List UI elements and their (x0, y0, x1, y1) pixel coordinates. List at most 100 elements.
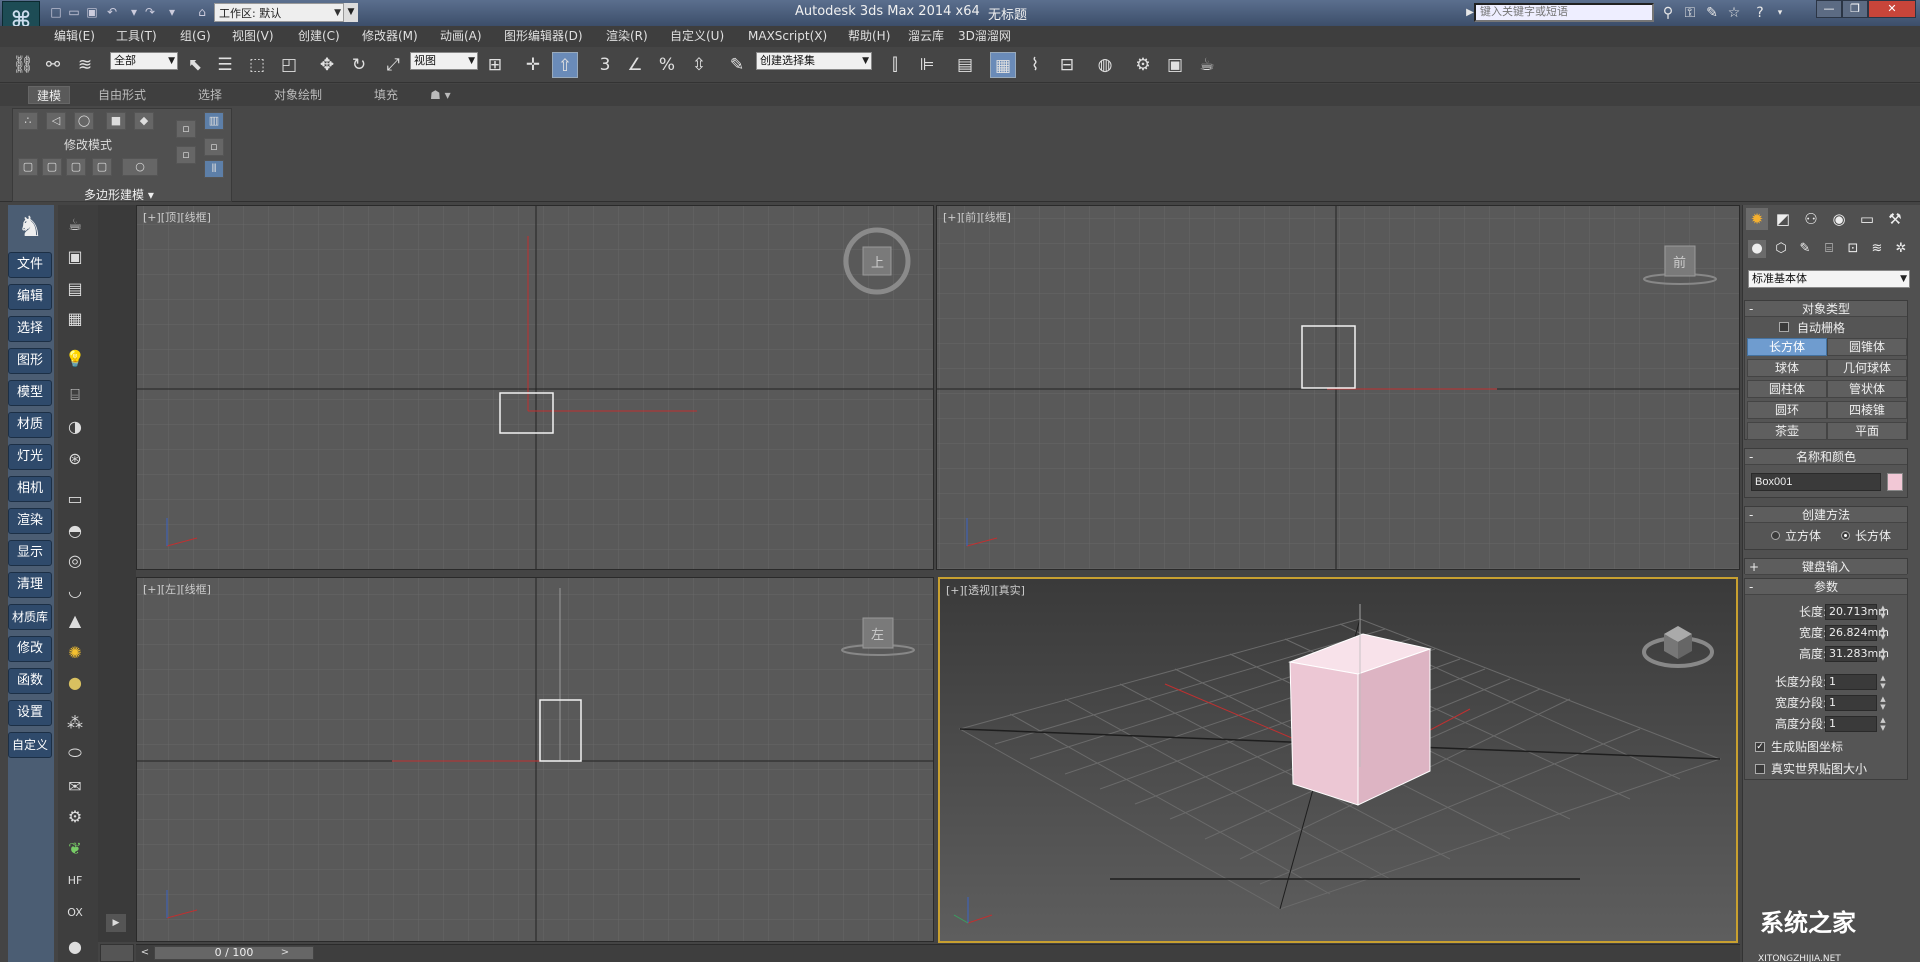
redo-icon[interactable]: ↷ (142, 4, 158, 20)
viewport-top[interactable]: [+][顶][线框] 上 (136, 205, 934, 570)
binoculars-icon[interactable]: ⚲ (1658, 3, 1678, 23)
dome-icon[interactable]: ◓ (62, 518, 88, 544)
length-segs-spinner[interactable]: ▲ ▼ (1879, 674, 1887, 690)
viewcube-top-face[interactable]: 上 (871, 252, 884, 271)
open-file-icon[interactable]: ▭ (66, 4, 82, 20)
width-input[interactable]: 26.824mm (1825, 625, 1889, 641)
real-world-checkbox[interactable] (1755, 764, 1765, 774)
cmd-function[interactable]: 函数 (8, 668, 52, 694)
window-crossing-icon[interactable]: ◰ (276, 52, 302, 78)
selection-filter-select[interactable]: 全部 ▼ (110, 52, 178, 70)
workspace-select[interactable]: 工作区: 默认 ▼ (214, 3, 344, 22)
expand-arrow-icon[interactable]: ▶ (106, 914, 126, 932)
render-frame-icon[interactable]: ▣ (62, 244, 88, 270)
time-next-icon[interactable]: > (278, 946, 292, 960)
ribbon-side-3-icon[interactable]: ▥ (204, 112, 224, 130)
save-file-icon[interactable]: ▣ (84, 4, 100, 20)
length-input[interactable]: 20.713mm (1825, 604, 1889, 620)
bind-spacewarp-icon[interactable]: ≋ (72, 52, 98, 78)
cmd-custom[interactable]: 自定义 (8, 732, 52, 758)
tab-freeform[interactable]: 自由形式 (98, 86, 146, 104)
key-icon[interactable]: ⚿ (1680, 3, 1700, 23)
cylinder-button[interactable]: 圆柱体 (1747, 380, 1827, 398)
viewport-left[interactable]: [+][左][线框] 左 (136, 577, 934, 942)
particles-icon[interactable]: ⁂ (62, 710, 88, 736)
menu-group[interactable]: 组(G) (180, 27, 211, 45)
display-tab-icon[interactable]: ▭ (1856, 208, 1878, 230)
teapot-button[interactable]: 茶壶 (1747, 422, 1827, 440)
viewcube-left-face[interactable]: 左 (871, 624, 884, 643)
keyboard-entry-title[interactable]: 键盘输入 (1802, 560, 1850, 574)
spacewarps-icon[interactable]: ≋ (1868, 240, 1886, 258)
pivot-center-icon[interactable]: ⊞ (482, 52, 508, 78)
mini-curve-toggle[interactable] (100, 944, 134, 962)
height-spinner[interactable]: ▲ ▼ (1879, 646, 1887, 662)
unlink-icon[interactable]: ⚯ (40, 52, 66, 78)
utilities-tab-icon[interactable]: ⚒ (1884, 208, 1906, 230)
cmd-light[interactable]: 灯光 (8, 444, 52, 470)
minimize-button[interactable]: — (1816, 0, 1842, 18)
menu-animation[interactable]: 动画(A) (440, 27, 482, 45)
polygon-mode-icon[interactable]: ■ (106, 112, 126, 130)
spinner-snap-icon[interactable]: ⇳ (686, 52, 712, 78)
named-selection-select[interactable]: 创建选择集 ▼ (756, 52, 872, 70)
film-camera-icon[interactable]: ⊛ (62, 446, 88, 472)
height-segs-spinner[interactable]: ▲ ▼ (1879, 716, 1887, 732)
menu-tools[interactable]: 工具(T) (116, 27, 157, 45)
table-icon[interactable]: ▦ (62, 306, 88, 332)
viewport-front-label[interactable]: [+][前][线框] (943, 209, 1011, 225)
cmd-file[interactable]: 文件 (8, 252, 52, 278)
ribbon-side-1-icon[interactable]: ▫ (176, 120, 196, 138)
gear-icon[interactable]: ⚙ (62, 804, 88, 830)
layer-manager-icon[interactable]: ▤ (952, 52, 978, 78)
hierarchy-tab-icon[interactable]: ⚇ (1800, 208, 1822, 230)
cmd-cleanup[interactable]: 清理 (8, 572, 52, 598)
grass-icon[interactable]: ❦ (62, 836, 88, 862)
ox-icon[interactable]: OX (62, 900, 88, 926)
systems-icon[interactable]: ✲ (1892, 240, 1910, 258)
cmd-select[interactable]: 选择 (8, 316, 52, 342)
width-segs-input[interactable]: 1 (1825, 695, 1877, 711)
move-icon[interactable]: ✥ (314, 52, 340, 78)
box-button[interactable]: 长方体 (1747, 338, 1827, 356)
circle-light-icon[interactable]: ◎ (62, 548, 88, 574)
undo-icon[interactable]: ↶ (104, 4, 120, 20)
curve-editor-icon[interactable]: ⌇ (1022, 52, 1048, 78)
ribbon-side-4-icon[interactable]: ▫ (204, 138, 224, 156)
height-input[interactable]: 31.283mm (1825, 646, 1889, 662)
keyboard-shortcut-override-icon[interactable]: ⇧ (552, 52, 578, 78)
name-color-title[interactable]: 名称和颜色 (1796, 450, 1856, 464)
cmd-display[interactable]: 显示 (8, 540, 52, 566)
menu-maxscript[interactable]: MAXScript(X) (748, 27, 827, 45)
geometry-icon[interactable]: ● (1748, 240, 1766, 258)
render-production-icon[interactable]: ☕ (1194, 52, 1220, 78)
plane-light-icon[interactable]: ▭ (62, 486, 88, 512)
percent-snap-icon[interactable]: % (654, 52, 680, 78)
parameters-title[interactable]: 参数 (1814, 580, 1838, 594)
viewport-front[interactable]: [+][前][线框] 前 (936, 205, 1740, 570)
viewport-top-label[interactable]: [+][顶][线框] (143, 209, 211, 225)
tab-modeling[interactable]: 建模 (28, 86, 71, 104)
menu-modifiers[interactable]: 修改器(M) (362, 27, 418, 45)
schematic-view-icon[interactable]: ⊟ (1054, 52, 1080, 78)
width-segs-spinner[interactable]: ▲ ▼ (1879, 695, 1887, 711)
menu-views[interactable]: 视图(V) (232, 27, 274, 45)
menu-3d66[interactable]: 3D溜溜网 (958, 27, 1011, 45)
viewport-left-label[interactable]: [+][左][线框] (143, 581, 211, 597)
cmd-settings[interactable]: 设置 (8, 700, 52, 726)
camera-icon[interactable]: ⌸ (62, 382, 88, 408)
subscription-icon[interactable]: ✎ (1702, 3, 1722, 23)
edit-named-selection-icon[interactable]: ✎ (724, 52, 750, 78)
menu-create[interactable]: 创建(C) (298, 27, 340, 45)
redo-dropdown-icon[interactable]: ▾ (164, 4, 180, 20)
vertex-mode-icon[interactable]: ∴ (18, 112, 38, 130)
cube-radio[interactable] (1771, 531, 1780, 540)
render-setup-icon[interactable]: ⚙ (1130, 52, 1156, 78)
menu-edit[interactable]: 编辑(E) (54, 27, 95, 45)
length-segs-input[interactable]: 1 (1825, 674, 1877, 690)
shapes-icon[interactable]: ⬡ (1772, 240, 1790, 258)
notes-icon[interactable]: ▤ (62, 276, 88, 302)
cone-icon[interactable]: ▲ (62, 608, 88, 634)
select-manipulate-icon[interactable]: ✛ (520, 52, 546, 78)
cmd-modify[interactable]: 修改 (8, 636, 52, 662)
